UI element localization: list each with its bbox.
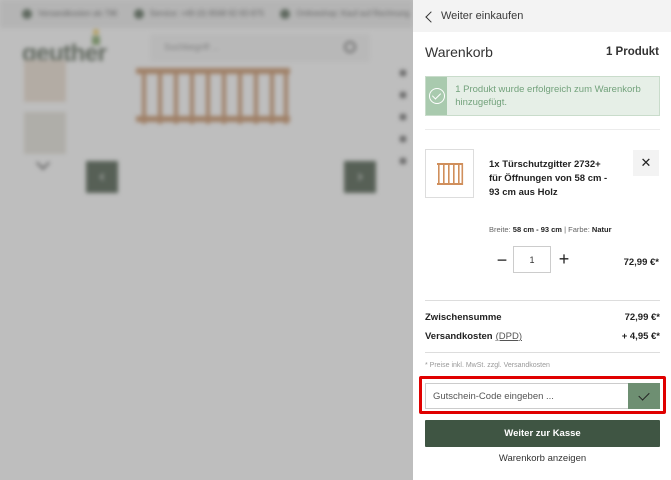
checkout-button[interactable]: Weiter zur Kasse <box>425 420 660 447</box>
checkmark-icon <box>638 388 650 401</box>
chevron-left-icon <box>425 10 437 23</box>
shipping-value: + 4,95 €* <box>621 331 660 342</box>
cart-offcanvas: Weiter einkaufen Warenkorb 1 Produkt 1 P… <box>413 0 671 480</box>
quantity-input[interactable] <box>513 246 551 273</box>
cart-item-image[interactable] <box>425 149 474 198</box>
variant-color-label: Farbe: <box>568 225 590 234</box>
coupon-submit-button[interactable] <box>628 383 660 409</box>
view-cart-link[interactable]: Warenkorb anzeigen <box>425 453 660 464</box>
cart-title: Warenkorb <box>425 44 493 60</box>
success-alert: 1 Produkt wurde erfolgreich zum Warenkor… <box>425 76 660 116</box>
subtotal-row: Zwischensumme 72,99 €* <box>425 312 660 323</box>
cart-item-count: 1 Produkt <box>605 46 659 58</box>
cart-item-variant: Breite: 58 cm - 93 cm | Farbe: Natur <box>489 225 612 234</box>
tax-note: * Preise inkl. MwSt. zzgl. Versandkosten <box>425 362 550 369</box>
remove-item-button[interactable]: ✕ <box>633 150 659 176</box>
divider <box>425 300 660 301</box>
success-icon-box <box>426 77 448 115</box>
check-circle-icon <box>428 88 445 104</box>
success-message: 1 Produkt wurde erfolgreich zum Warenkor… <box>455 84 641 108</box>
cart-item-price: 72,99 €* <box>623 257 659 268</box>
variant-width-value: 58 cm - 93 cm <box>512 225 562 234</box>
quantity-decrease-button[interactable]: − <box>495 251 509 269</box>
background-shop-page: Versandkosten ab 79€ Service: +49 (0) 95… <box>0 0 413 480</box>
quantity-increase-button[interactable]: + <box>556 250 572 268</box>
variant-color-value: Natur <box>591 225 612 234</box>
coupon-code-input[interactable] <box>425 383 629 409</box>
shipping-label: Versandkosten <box>425 331 493 342</box>
continue-shopping-link[interactable]: Weiter einkaufen <box>413 0 671 32</box>
cart-header: Warenkorb 1 Produkt <box>425 42 659 62</box>
shipping-carrier-link[interactable]: (DPD) <box>496 331 522 342</box>
variant-width-label: Breite: <box>489 225 511 234</box>
subtotal-value: 72,99 €* <box>624 312 660 323</box>
shipping-label-group: Versandkosten (DPD) <box>425 331 522 342</box>
shipping-row: Versandkosten (DPD) + 4,95 €* <box>425 331 660 342</box>
subtotal-label: Zwischensumme <box>425 312 502 323</box>
cart-item-name[interactable]: 1x Türschutzgitter 2732+ für Öffnungen v… <box>489 158 614 200</box>
variant-separator: | <box>564 225 567 234</box>
continue-shopping-label: Weiter einkaufen <box>441 10 524 22</box>
baby-gate-icon <box>436 162 463 185</box>
modal-overlay[interactable] <box>0 0 413 480</box>
divider <box>425 352 660 353</box>
divider <box>425 129 660 130</box>
